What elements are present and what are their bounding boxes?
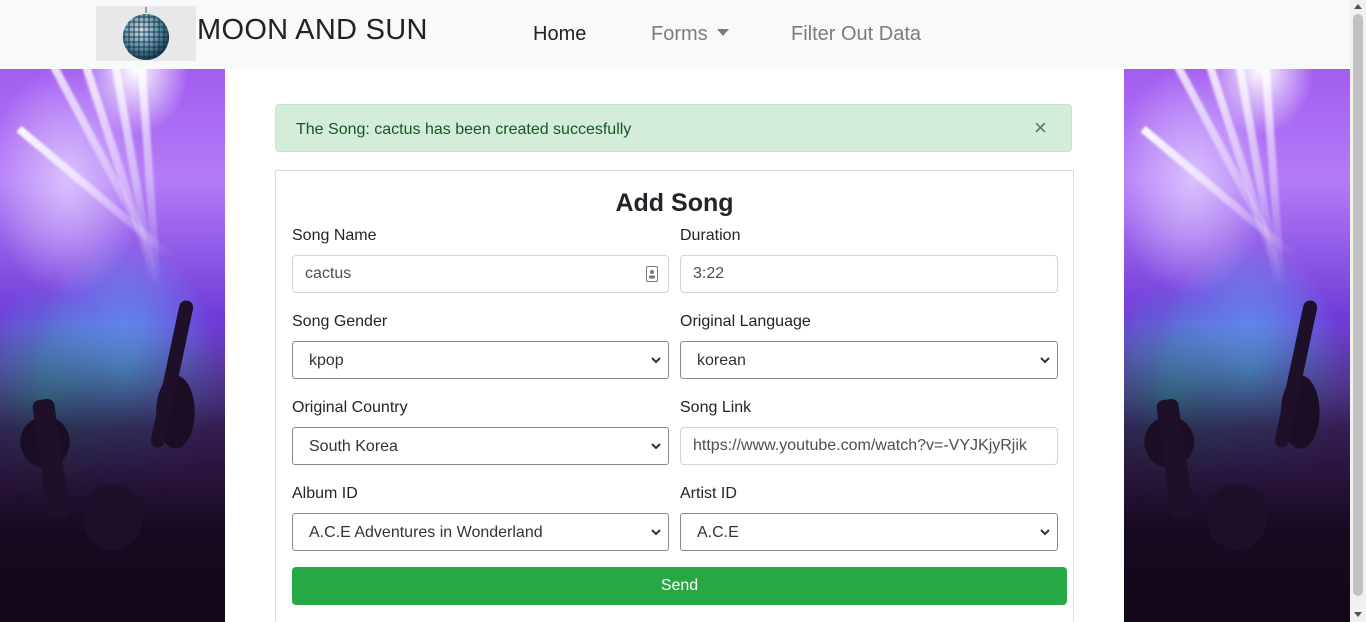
song-gender-label: Song Gender xyxy=(292,313,388,330)
form-title: Add Song xyxy=(615,189,734,217)
alert-message: The Song: cactus has been created succes… xyxy=(296,121,632,138)
song-name-value: cactus xyxy=(305,265,352,282)
song-link-label: Song Link xyxy=(680,399,752,416)
page-scrollbar[interactable] xyxy=(1350,0,1366,622)
artist-id-label: Artist ID xyxy=(680,485,737,502)
song-link-value: https://www.youtube.com/watch?v=-VYJKjyR… xyxy=(693,437,1027,454)
original-language-label: Original Language xyxy=(680,313,811,330)
original-country-select[interactable]: South Korea xyxy=(292,427,669,465)
chevron-down-icon xyxy=(1040,529,1050,536)
duration-input[interactable]: 3:22 xyxy=(680,255,1058,293)
song-link-input[interactable]: https://www.youtube.com/watch?v=-VYJKjyR… xyxy=(680,427,1058,465)
chevron-down-icon xyxy=(651,357,661,364)
add-song-form: Add Song Song Name cactus Duration 3:22 … xyxy=(275,170,1074,622)
original-country-value: South Korea xyxy=(309,438,398,455)
nav-forms-dropdown[interactable]: Forms xyxy=(651,23,729,46)
brand-title[interactable]: MOON AND SUN xyxy=(197,14,428,47)
nav-home-link[interactable]: Home xyxy=(533,23,586,46)
duration-label: Duration xyxy=(680,227,741,244)
artist-id-select[interactable]: A.C.E xyxy=(680,513,1058,551)
scroll-up-arrow-icon[interactable] xyxy=(1354,4,1362,9)
chevron-down-icon xyxy=(651,443,661,450)
album-id-value: A.C.E Adventures in Wonderland xyxy=(309,524,543,541)
song-gender-value: kpop xyxy=(309,352,344,369)
nav-forms-label: Forms xyxy=(651,23,708,45)
scroll-down-arrow-icon[interactable] xyxy=(1354,612,1362,617)
autofill-contact-icon[interactable] xyxy=(646,266,658,282)
chevron-down-icon xyxy=(1040,357,1050,364)
caret-down-icon xyxy=(716,29,729,36)
main-panel: The Song: cactus has been created succes… xyxy=(225,69,1124,622)
original-language-select[interactable]: korean xyxy=(680,341,1058,379)
album-id-select[interactable]: A.C.E Adventures in Wonderland xyxy=(292,513,669,551)
song-name-label: Song Name xyxy=(292,227,377,244)
concert-background-left xyxy=(0,69,225,622)
navbar: MOON AND SUN Home Forms Filter Out Data xyxy=(0,0,1350,69)
song-gender-select[interactable]: kpop xyxy=(292,341,669,379)
concert-background-right xyxy=(1124,69,1350,622)
artist-id-value: A.C.E xyxy=(697,524,739,541)
scroll-thumb[interactable] xyxy=(1353,14,1363,596)
nav-filter-link[interactable]: Filter Out Data xyxy=(791,23,921,46)
close-icon[interactable]: × xyxy=(1034,117,1047,139)
song-name-input[interactable]: cactus xyxy=(292,255,669,293)
album-id-label: Album ID xyxy=(292,485,358,502)
disco-ball-logo-icon[interactable] xyxy=(96,6,196,61)
chevron-down-icon xyxy=(651,529,661,536)
original-language-value: korean xyxy=(697,352,746,369)
success-alert: The Song: cactus has been created succes… xyxy=(275,104,1072,152)
send-button[interactable]: Send xyxy=(292,567,1067,605)
duration-value: 3:22 xyxy=(693,265,725,282)
original-country-label: Original Country xyxy=(292,399,408,416)
